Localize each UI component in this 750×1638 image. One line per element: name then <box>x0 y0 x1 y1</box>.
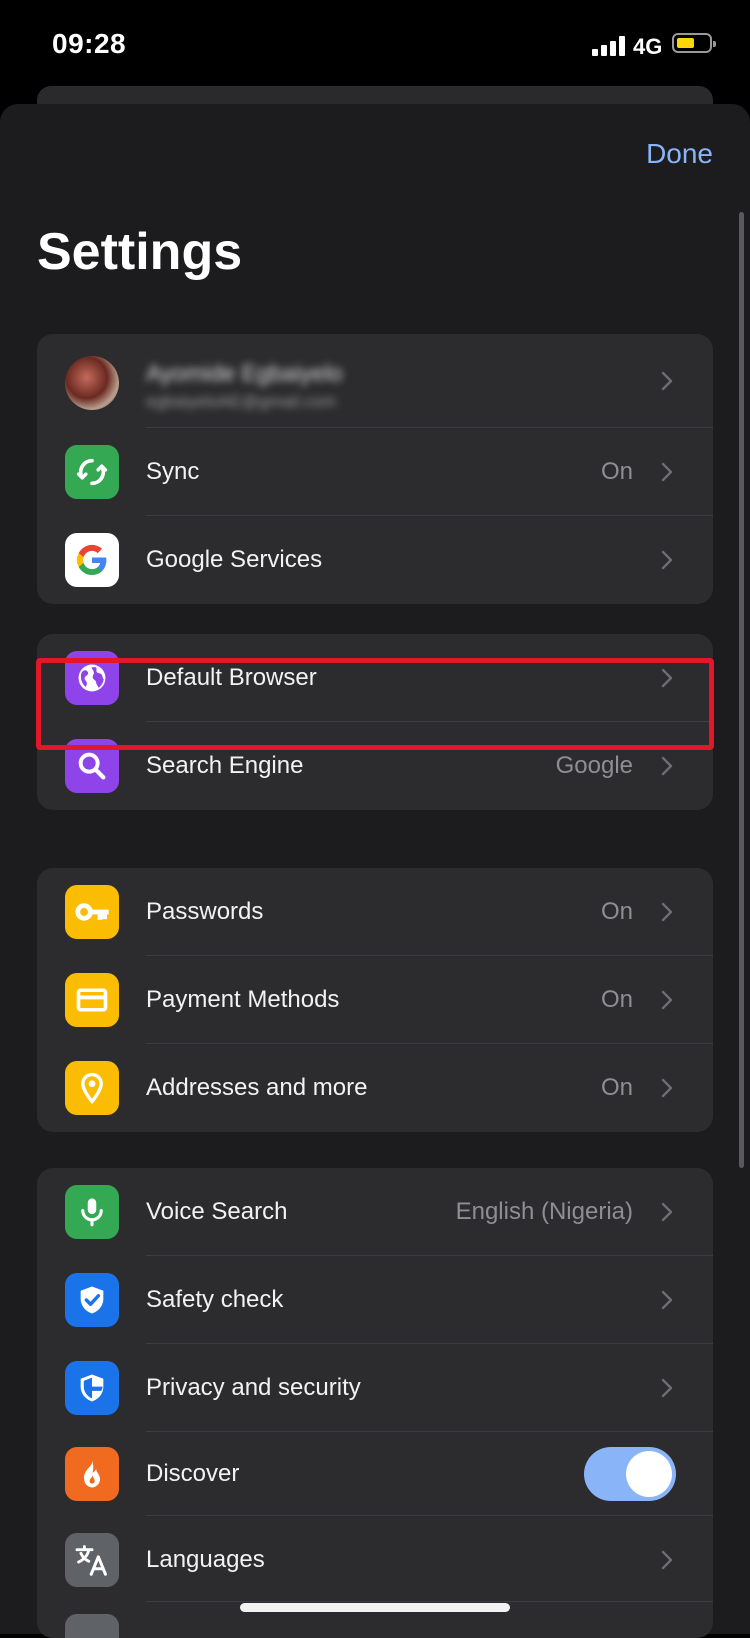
google-logo-icon <box>65 533 119 587</box>
settings-row-default-browser[interactable]: Default Browser <box>37 634 713 722</box>
settings-row-value: On <box>600 458 633 485</box>
autofill-group: Passwords On Payment Methods On Addresse… <box>37 868 713 1132</box>
settings-row-label: Privacy and security <box>146 1374 361 1401</box>
settings-row-discover[interactable]: Discover <box>37 1432 713 1516</box>
advanced-group: Voice Search English (Nigeria) Safety ch… <box>37 1168 713 1638</box>
settings-row-label: Addresses and more <box>146 1074 368 1101</box>
chevron-right-icon <box>661 1290 673 1310</box>
settings-row-value: On <box>600 986 633 1013</box>
cellular-signal-icon <box>592 36 626 56</box>
settings-row-privacy-security[interactable]: Privacy and security <box>37 1344 713 1432</box>
battery-icon <box>672 33 716 53</box>
discover-toggle[interactable] <box>584 1447 676 1501</box>
settings-row-value: On <box>600 898 633 925</box>
key-icon <box>65 885 119 939</box>
settings-row-label: Voice Search <box>146 1198 288 1225</box>
chevron-right-icon <box>661 550 673 570</box>
chevron-right-icon <box>661 462 673 482</box>
credit-card-icon <box>65 973 119 1027</box>
chevron-right-icon <box>661 902 673 922</box>
row-icon <box>65 1614 119 1638</box>
home-indicator[interactable] <box>240 1603 510 1612</box>
search-icon <box>65 739 119 793</box>
settings-row-passwords[interactable]: Passwords On <box>37 868 713 956</box>
settings-row-value: English (Nigeria) <box>455 1198 633 1225</box>
settings-row-label: Passwords <box>146 898 264 925</box>
settings-row-value: Google <box>555 752 633 779</box>
browser-group: Default Browser Search Engine Google <box>37 634 713 810</box>
account-row[interactable]: Ayomide Egbaiyelo egbaiyeloAE@gmail.com <box>37 334 713 428</box>
chevron-right-icon <box>661 1378 673 1398</box>
shield-icon <box>65 1361 119 1415</box>
chevron-right-icon <box>661 371 673 391</box>
status-bar: 09:28 4G <box>0 0 750 92</box>
chevron-right-icon <box>661 668 673 688</box>
settings-row-label: Search Engine <box>146 752 304 779</box>
microphone-icon <box>65 1185 119 1239</box>
settings-row-label: Payment Methods <box>146 986 340 1013</box>
settings-row-languages[interactable]: Languages <box>37 1516 713 1602</box>
settings-row-label: Default Browser <box>146 664 317 691</box>
toggle-knob <box>626 1451 672 1497</box>
status-time: 09:28 <box>52 28 127 59</box>
network-type: 4G <box>633 34 663 59</box>
sync-icon <box>65 445 119 499</box>
flame-icon <box>65 1447 119 1501</box>
account-name: Ayomide Egbaiyelo <box>146 360 343 386</box>
page-title: Settings <box>37 223 243 281</box>
settings-row-label: Discover <box>146 1460 240 1487</box>
settings-row-value: On <box>600 1074 633 1101</box>
settings-row-google-services[interactable]: Google Services <box>37 516 713 604</box>
settings-row-payment-methods[interactable]: Payment Methods On <box>37 956 713 1044</box>
chevron-right-icon <box>661 1202 673 1222</box>
chevron-right-icon <box>661 990 673 1010</box>
settings-row-label: Google Services <box>146 546 323 573</box>
account-email: egbaiyeloAE@gmail.com <box>146 392 337 411</box>
chevron-right-icon <box>661 1078 673 1098</box>
settings-row-voice-search[interactable]: Voice Search English (Nigeria) <box>37 1168 713 1256</box>
account-group: Ayomide Egbaiyelo egbaiyeloAE@gmail.com … <box>37 334 713 604</box>
settings-row-safety-check[interactable]: Safety check <box>37 1256 713 1344</box>
settings-row-addresses[interactable]: Addresses and more On <box>37 1044 713 1132</box>
chevron-right-icon <box>661 1550 673 1570</box>
settings-row-sync[interactable]: Sync On <box>37 428 713 516</box>
settings-row-label: Safety check <box>146 1286 284 1313</box>
location-pin-icon <box>65 1061 119 1115</box>
settings-row-label: Languages <box>146 1546 265 1573</box>
done-button[interactable]: Done <box>646 138 713 170</box>
globe-icon <box>65 651 119 705</box>
settings-row-search-engine[interactable]: Search Engine Google <box>37 722 713 810</box>
avatar <box>65 356 119 410</box>
scrollbar[interactable] <box>739 212 744 1168</box>
chevron-right-icon <box>661 756 673 776</box>
shield-check-icon <box>65 1273 119 1327</box>
translate-icon <box>65 1533 119 1587</box>
settings-row-label: Sync <box>146 458 200 485</box>
